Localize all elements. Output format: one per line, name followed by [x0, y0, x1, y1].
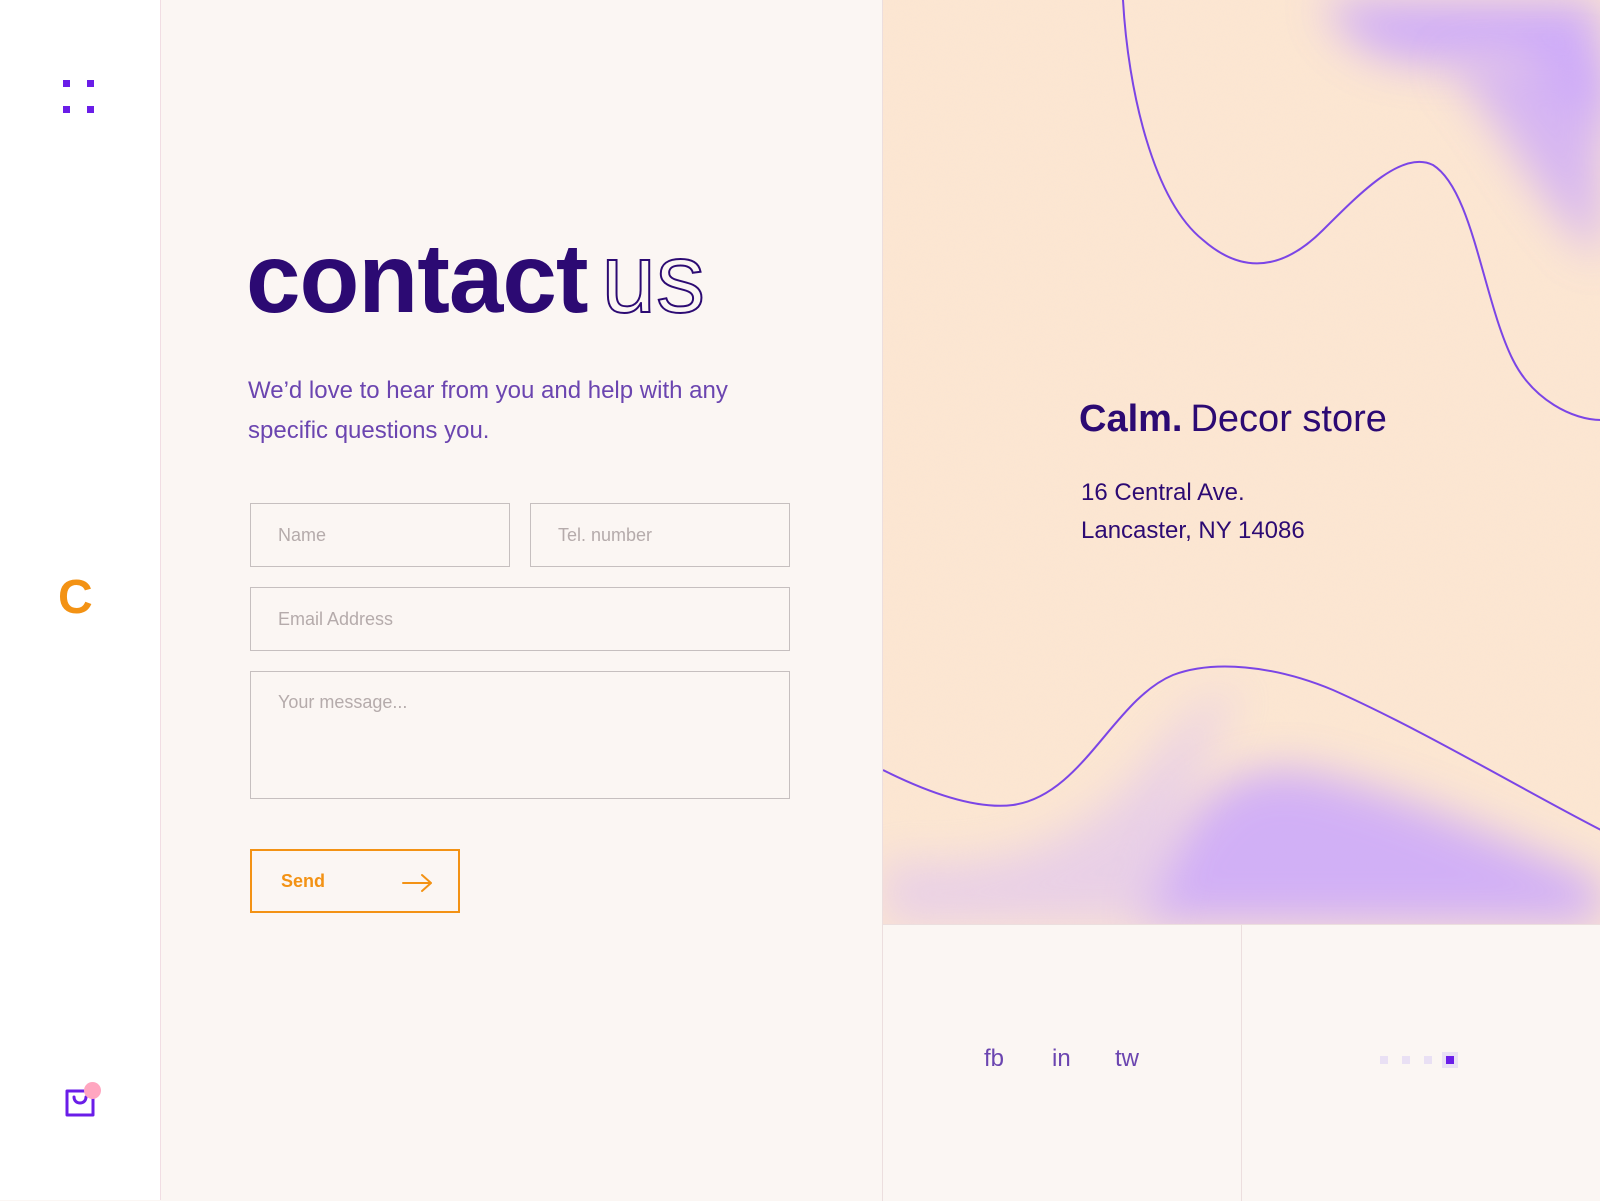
pagination-dot[interactable] [1380, 1056, 1388, 1064]
store-name-bold: Calm. [1079, 398, 1183, 440]
cart-badge [84, 1082, 101, 1099]
name-input[interactable] [250, 503, 510, 567]
page-title: contact us [246, 223, 707, 333]
address-line-2: Lancaster, NY 14086 [1081, 517, 1305, 544]
arrow-right-icon [402, 874, 432, 892]
tel-input[interactable] [530, 503, 790, 567]
wave-illustration [883, 0, 1600, 924]
address-line-1: 16 Central Ave. [1081, 479, 1245, 506]
send-button-label: Send [281, 871, 326, 891]
grid-dots-icon[interactable] [63, 80, 97, 114]
page-title-outline: us [601, 223, 707, 333]
social-link-facebook[interactable]: fb [984, 1045, 1004, 1073]
sidebar: C [0, 0, 161, 1200]
footer-divider [1241, 925, 1242, 1201]
pagination-dot[interactable] [1424, 1056, 1432, 1064]
social-link-twitter[interactable]: tw [1115, 1045, 1139, 1073]
brand-logo[interactable]: C [58, 574, 93, 622]
store-name-light: Decor store [1190, 398, 1387, 440]
social-link-linkedin[interactable]: in [1052, 1045, 1071, 1073]
email-input[interactable] [250, 587, 790, 651]
pagination-dot[interactable] [1402, 1056, 1410, 1064]
page-subtitle: We’d love to hear from you and help with… [248, 377, 728, 444]
message-textarea[interactable] [250, 671, 790, 799]
store-name: Calm. Decor store [1079, 398, 1387, 441]
send-button[interactable]: Send [250, 849, 460, 913]
store-address: 16 Central Ave. Lancaster, NY 14086 [1081, 474, 1305, 550]
pagination-dot-active[interactable] [1442, 1052, 1458, 1068]
store-info-panel [882, 0, 1600, 924]
page-title-bold: contact [246, 223, 589, 333]
